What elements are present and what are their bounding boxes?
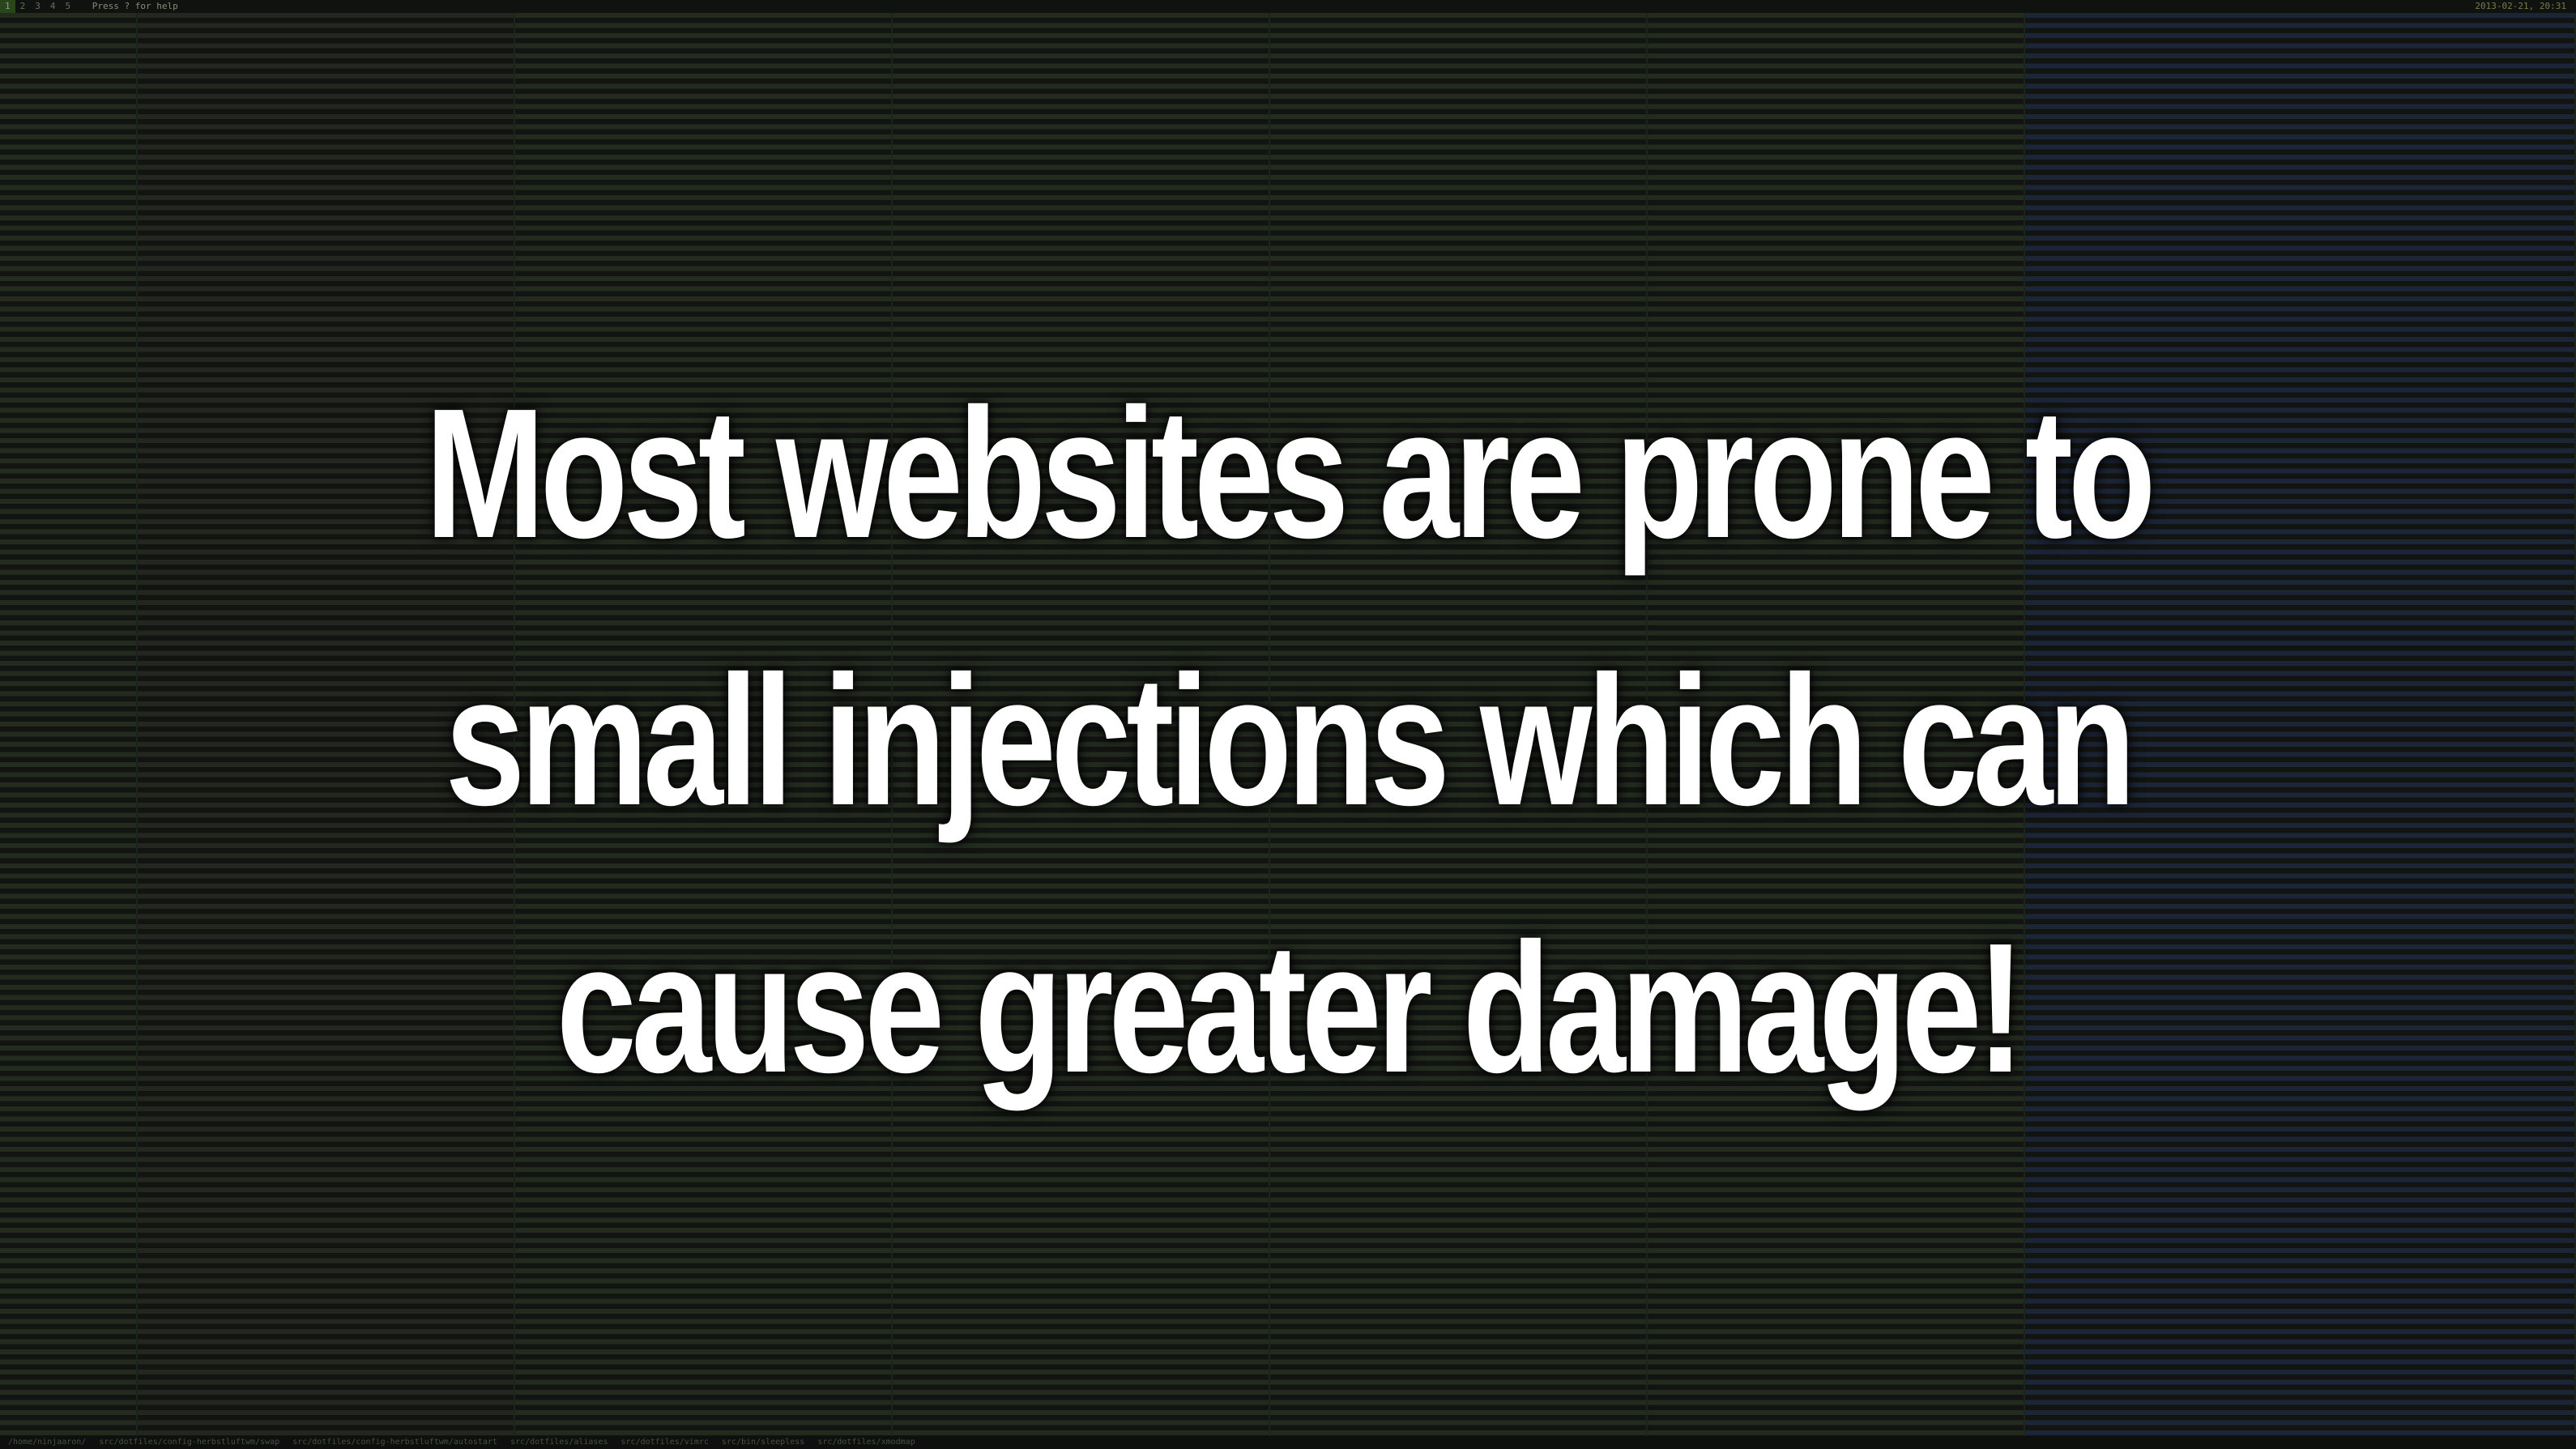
headline-line-3: cause greater damage! bbox=[556, 906, 2025, 1111]
headline-line-1: Most websites are prone to bbox=[424, 371, 2156, 577]
headline: Most websites are prone to small injecti… bbox=[284, 340, 2292, 1142]
headline-line-2: small injections which can bbox=[445, 638, 2135, 844]
